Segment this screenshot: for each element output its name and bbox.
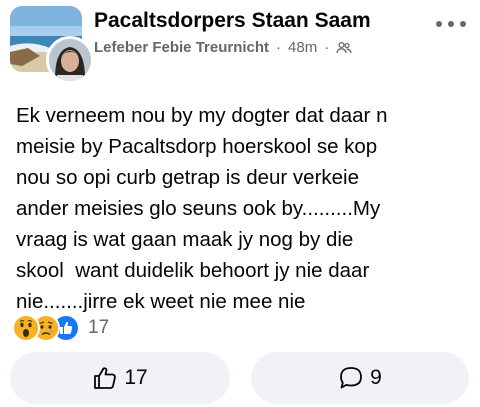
post-text-line: skool want duidelik behoort jy nie daar xyxy=(16,259,370,282)
like-count: 17 xyxy=(124,366,148,389)
reactions-summary[interactable]: 17 xyxy=(12,313,109,343)
more-dot-icon xyxy=(460,21,466,27)
post-text-line: ander meisies glo seuns ook by.........M… xyxy=(16,197,381,220)
post-text-line: nou so opi curb getrap is deur verkeie xyxy=(16,166,360,189)
group-members-icon xyxy=(336,41,352,55)
comment-count: 9 xyxy=(370,366,382,389)
post-header: Pacaltsdorpers Staan Saam Lefeber Febie … xyxy=(0,0,480,90)
post-meta: Lefeber Febie Treurnicht · 48m · xyxy=(94,39,352,56)
meta-separator: · xyxy=(324,39,330,56)
reaction-count: 17 xyxy=(88,317,110,338)
like-button[interactable]: 17 xyxy=(10,352,230,404)
author-avatar[interactable] xyxy=(46,36,94,84)
thumbs-up-icon xyxy=(92,365,118,391)
more-dot-icon xyxy=(448,21,454,27)
post-text-line: vraag is wat gaan maak jy nog by die xyxy=(16,228,354,251)
post-body: Ek verneem nou by my dogter dat daar n m… xyxy=(16,100,471,317)
post-text-line: Ek verneem nou by my dogter dat daar n xyxy=(16,104,388,127)
post-time[interactable]: 48m xyxy=(288,39,317,56)
more-options-button[interactable] xyxy=(436,14,466,34)
group-name[interactable]: Pacaltsdorpers Staan Saam xyxy=(94,9,371,33)
post-text-line: meisie by Pacaltsdorp hoerskool se kop xyxy=(16,135,378,158)
comment-icon xyxy=(338,365,364,391)
more-dot-icon xyxy=(436,21,442,27)
wow-reaction-icon xyxy=(12,314,40,342)
comment-button[interactable]: 9 xyxy=(251,352,469,404)
meta-separator: · xyxy=(276,39,282,56)
author-name[interactable]: Lefeber Febie Treurnicht xyxy=(94,39,269,56)
